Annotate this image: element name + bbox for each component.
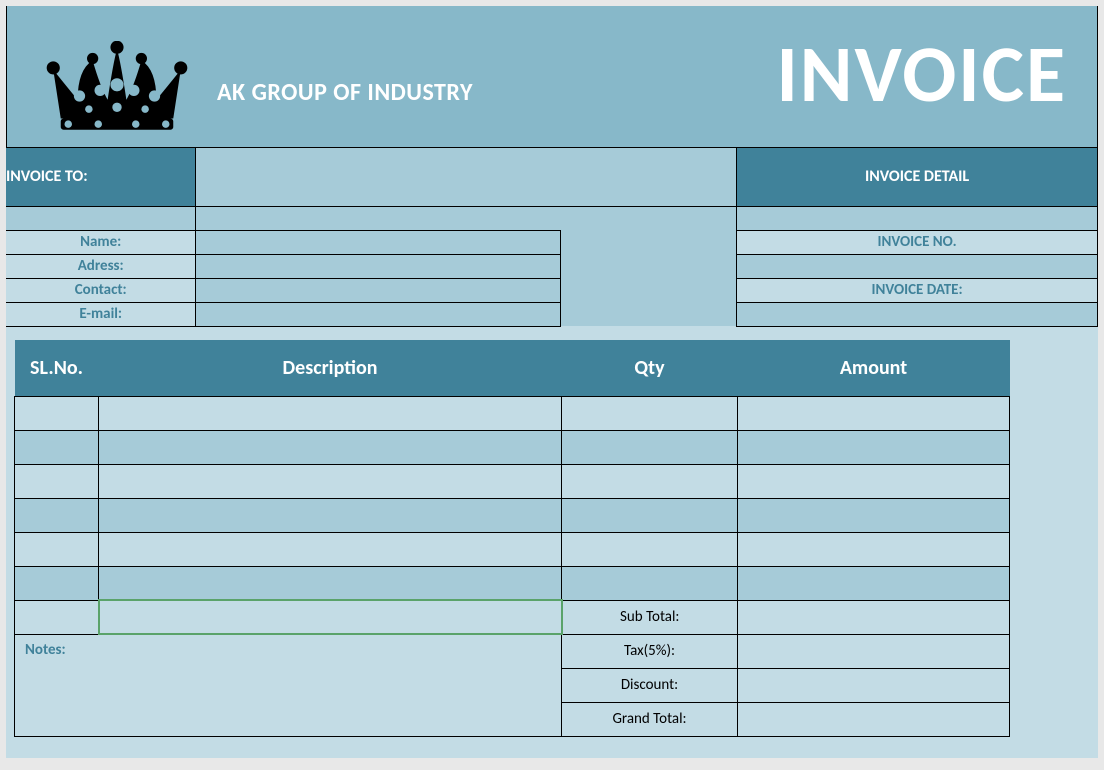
cell-desc[interactable] — [99, 566, 562, 600]
email-label: E-mail: — [6, 302, 196, 326]
tax-label: Tax(5%): — [562, 634, 738, 668]
address-field[interactable] — [196, 254, 561, 278]
name-label: Name: — [6, 230, 196, 254]
col-desc: Description — [99, 340, 562, 396]
cell-amount[interactable] — [738, 498, 1010, 532]
crown-logo-icon — [42, 41, 192, 136]
subtotal-value[interactable] — [738, 600, 1010, 634]
col-slno: SL.No. — [15, 340, 99, 396]
col-amount: Amount — [738, 340, 1010, 396]
subtotal-label: Sub Total: — [562, 600, 738, 634]
cell-sl[interactable] — [15, 430, 99, 464]
cell-sl[interactable] — [15, 566, 99, 600]
selected-cell[interactable] — [99, 600, 562, 634]
cell-desc[interactable] — [99, 430, 562, 464]
cell-sl[interactable] — [15, 532, 99, 566]
invoice-to-heading: INVOICE TO: — [6, 148, 196, 206]
col-qty: Qty — [562, 340, 738, 396]
address-label: Adress: — [6, 254, 196, 278]
email-field[interactable] — [196, 302, 561, 326]
contact-field[interactable] — [196, 278, 561, 302]
cell-desc[interactable] — [99, 464, 562, 498]
discount-label: Discount: — [562, 668, 738, 702]
header: AK GROUP OF INDUSTRY INVOICE — [6, 6, 1098, 148]
cell-qty[interactable] — [562, 396, 738, 430]
cell-amount[interactable] — [738, 464, 1010, 498]
notes-area[interactable]: Notes: — [15, 634, 562, 736]
cell-qty[interactable] — [562, 498, 738, 532]
tax-value[interactable] — [738, 634, 1010, 668]
invoice-date-field[interactable] — [737, 302, 1098, 326]
cell-qty[interactable] — [562, 566, 738, 600]
contact-label: Contact: — [6, 278, 196, 302]
cell-desc[interactable] — [99, 498, 562, 532]
grand-total-value[interactable] — [738, 702, 1010, 736]
name-field[interactable] — [196, 230, 561, 254]
invoice-no-label: INVOICE NO. — [737, 230, 1098, 254]
cell-amount[interactable] — [738, 430, 1010, 464]
company-name: AK GROUP OF INDUSTRY — [217, 78, 473, 107]
invoice-date-label: INVOICE DATE: — [737, 278, 1098, 302]
notes-label: Notes: — [25, 641, 66, 659]
cell-desc[interactable] — [99, 532, 562, 566]
cell-amount[interactable] — [738, 396, 1010, 430]
cell-amount[interactable] — [738, 566, 1010, 600]
invoice-no-field[interactable] — [737, 254, 1098, 278]
grand-total-label: Grand Total: — [562, 702, 738, 736]
invoice-detail-heading: INVOICE DETAIL — [737, 148, 1098, 206]
cell-amount[interactable] — [738, 532, 1010, 566]
invoice-page: AK GROUP OF INDUSTRY INVOICE INVOICE TO:… — [6, 6, 1098, 758]
discount-value[interactable] — [738, 668, 1010, 702]
line-items-table: SL.No. Description Qty Amount Sub Total:… — [14, 340, 1090, 737]
invoice-title: INVOICE — [776, 26, 1067, 123]
cell-qty[interactable] — [562, 464, 738, 498]
cell-qty[interactable] — [562, 430, 738, 464]
cell-sl[interactable] — [15, 464, 99, 498]
cell-sl[interactable] — [15, 396, 99, 430]
cell-qty[interactable] — [562, 532, 738, 566]
cell-desc[interactable] — [99, 396, 562, 430]
cell-sl[interactable] — [15, 498, 99, 532]
